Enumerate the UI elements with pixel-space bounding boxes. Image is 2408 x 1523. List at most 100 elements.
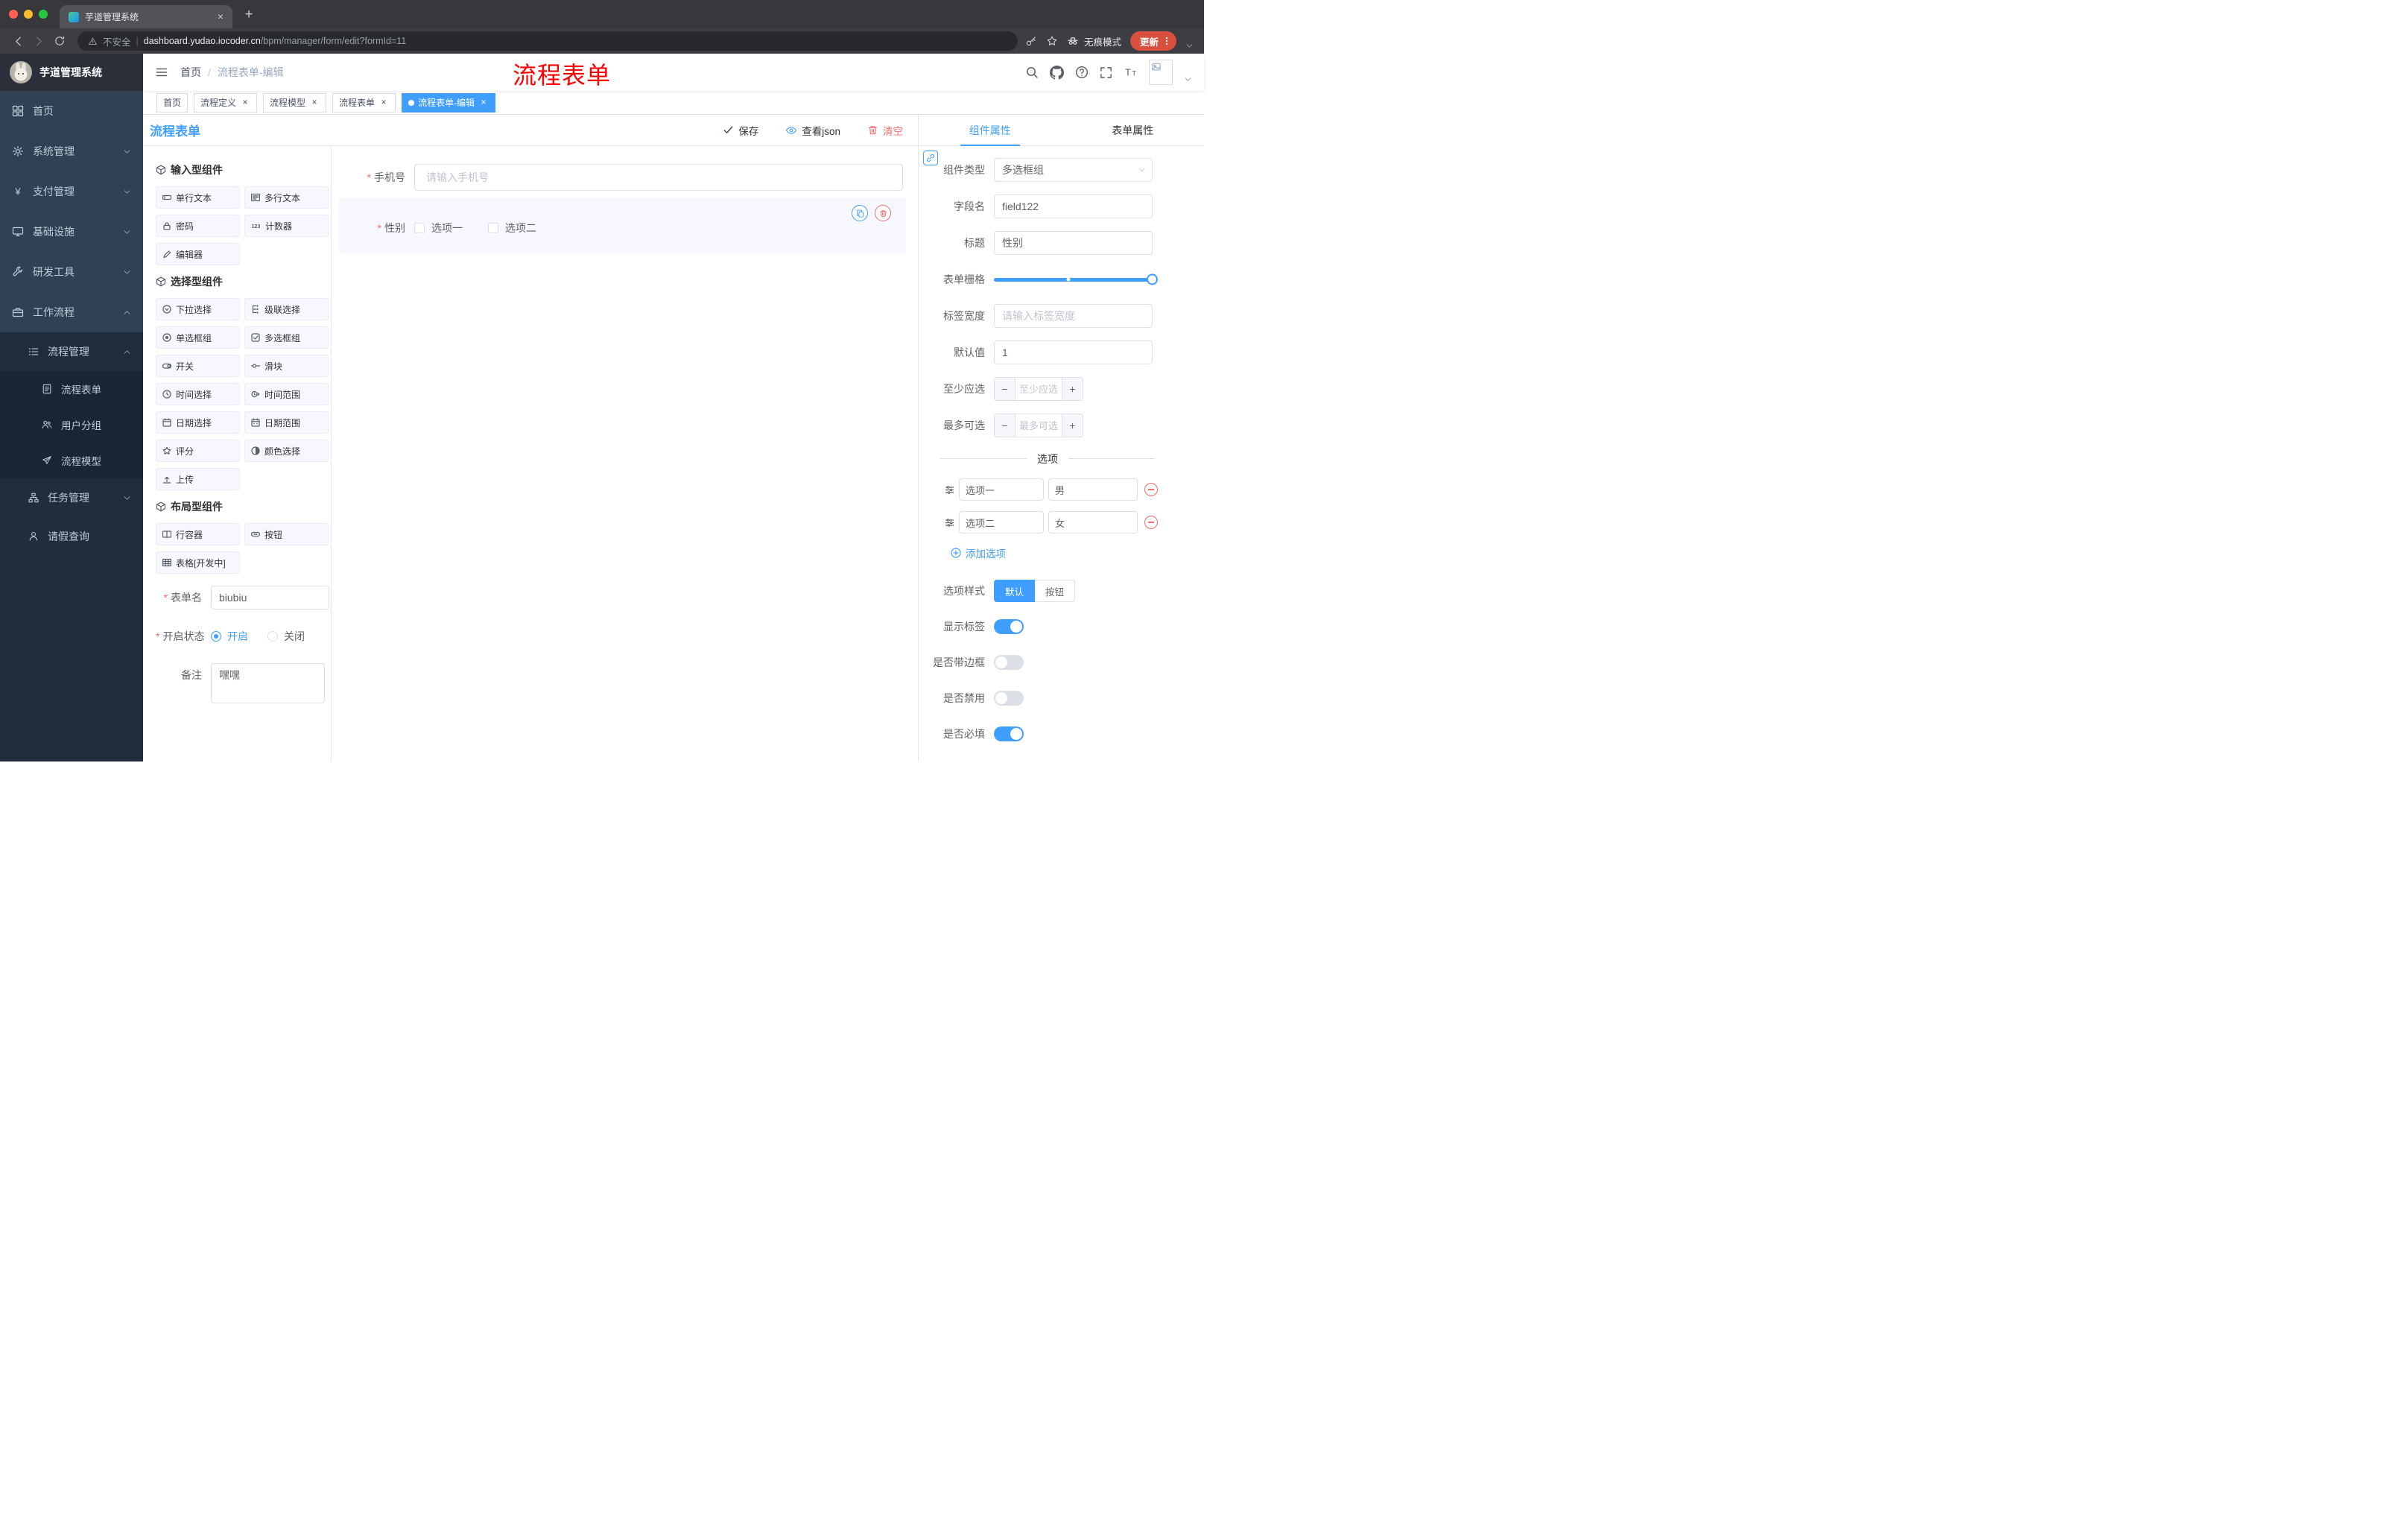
- component-table[interactable]: 表格[开发中]: [156, 551, 240, 574]
- component-radio-group[interactable]: 单选框组: [156, 326, 240, 349]
- help-icon[interactable]: [1075, 66, 1089, 79]
- gender-option1-checkbox[interactable]: 选项一: [414, 221, 463, 235]
- user-avatar[interactable]: [1149, 60, 1173, 85]
- status-off-radio[interactable]: 关闭: [267, 624, 305, 648]
- component-single-line-text[interactable]: 单行文本: [156, 186, 240, 209]
- increase-button[interactable]: +: [1062, 378, 1083, 400]
- component-upload[interactable]: 上传: [156, 468, 240, 490]
- save-button[interactable]: 保存: [723, 123, 758, 138]
- back-button[interactable]: [7, 31, 28, 51]
- fullscreen-icon[interactable]: [1100, 66, 1112, 79]
- window-zoom-button[interactable]: [39, 10, 48, 19]
- tag-process-definition[interactable]: 流程定义 ×: [194, 92, 258, 113]
- slider-handle[interactable]: [1147, 273, 1158, 285]
- tag-process-form-edit[interactable]: 流程表单-编辑 ×: [402, 92, 496, 113]
- clear-button[interactable]: 清空: [867, 123, 903, 138]
- border-toggle[interactable]: [994, 655, 1024, 670]
- tab-form-props[interactable]: 表单属性: [1062, 115, 1205, 145]
- update-button[interactable]: 更新: [1129, 31, 1176, 51]
- sidebar-item-leave-query[interactable]: 请假查询: [0, 517, 143, 556]
- sidebar-toggle-button[interactable]: [143, 66, 180, 79]
- component-slider[interactable]: 滑块: [244, 355, 329, 377]
- component-row-container[interactable]: 行容器: [156, 523, 240, 545]
- status-on-radio[interactable]: 开启: [211, 624, 248, 648]
- canvas-field-gender[interactable]: 性别 选项一 选项二: [339, 198, 906, 253]
- decrease-button[interactable]: −: [995, 414, 1016, 437]
- github-icon[interactable]: [1050, 65, 1064, 80]
- tag-home[interactable]: 首页: [156, 92, 188, 113]
- reload-button[interactable]: [49, 31, 70, 51]
- sidebar-item-workflow[interactable]: 工作流程: [0, 292, 143, 332]
- breadcrumb-home[interactable]: 首页: [180, 65, 201, 80]
- sidebar-item-process-form[interactable]: 流程表单: [0, 371, 143, 407]
- bookmark-star-icon[interactable]: [1046, 35, 1058, 47]
- tag-process-form[interactable]: 流程表单 ×: [332, 92, 396, 113]
- style-default-button[interactable]: 默认: [994, 580, 1036, 602]
- view-json-button[interactable]: 查看json: [785, 123, 840, 138]
- new-tab-button[interactable]: +: [238, 5, 259, 26]
- component-multi-line-text[interactable]: 多行文本: [244, 186, 329, 209]
- component-select[interactable]: 下拉选择: [156, 298, 240, 320]
- component-date-range[interactable]: 日期范围: [244, 411, 329, 434]
- sidebar-item-system[interactable]: 系统管理: [0, 131, 143, 171]
- search-icon[interactable]: [1025, 66, 1039, 79]
- style-button-button[interactable]: 按钮: [1035, 580, 1076, 602]
- sidebar-item-task-management[interactable]: 任务管理: [0, 478, 143, 517]
- sidebar-item-process-model[interactable]: 流程模型: [0, 443, 143, 478]
- drag-handle-icon[interactable]: [945, 485, 954, 495]
- sidebar-item-home[interactable]: 首页: [0, 91, 143, 131]
- phone-input[interactable]: [414, 164, 903, 191]
- component-checkbox-group[interactable]: 多选框组: [244, 326, 329, 349]
- min-select-input[interactable]: [1016, 378, 1062, 400]
- grid-slider[interactable]: [994, 267, 1158, 291]
- sidebar-item-devtools[interactable]: 研发工具: [0, 252, 143, 292]
- option-label-input[interactable]: [959, 511, 1044, 533]
- window-close-button[interactable]: [9, 10, 18, 19]
- avatar-caret-down-icon[interactable]: [1184, 75, 1192, 83]
- option-value-input[interactable]: [1048, 478, 1138, 501]
- show-label-toggle[interactable]: [994, 619, 1024, 634]
- field-name-input[interactable]: [994, 194, 1153, 218]
- drag-handle-icon[interactable]: [945, 518, 954, 528]
- password-key-icon[interactable]: [1025, 35, 1037, 47]
- tab-close-icon[interactable]: ×: [215, 10, 226, 23]
- component-time-picker[interactable]: 时间选择: [156, 383, 240, 405]
- kebab-menu-icon[interactable]: [1162, 36, 1172, 46]
- component-switch[interactable]: 开关: [156, 355, 240, 377]
- copy-field-button[interactable]: [852, 205, 868, 221]
- component-cascader[interactable]: 级联选择: [244, 298, 329, 320]
- sidebar-item-process-management[interactable]: 流程管理: [0, 332, 143, 371]
- component-time-range[interactable]: 时间范围: [244, 383, 329, 405]
- disabled-toggle[interactable]: [994, 691, 1024, 706]
- font-size-icon[interactable]: TT: [1124, 66, 1138, 79]
- tag-process-model[interactable]: 流程模型 ×: [263, 92, 327, 113]
- tag-close-icon[interactable]: ×: [478, 97, 489, 108]
- address-bar[interactable]: 不安全 | dashboard.yudao.iocoder.cn/bpm/man…: [77, 31, 1018, 51]
- tag-close-icon[interactable]: ×: [240, 97, 250, 108]
- delete-field-button[interactable]: [875, 205, 891, 221]
- canvas-field-phone[interactable]: 手机号: [339, 162, 906, 192]
- tag-close-icon[interactable]: ×: [378, 97, 389, 108]
- component-counter[interactable]: 123 计数器: [244, 215, 329, 237]
- tag-close-icon[interactable]: ×: [309, 97, 320, 108]
- form-name-input[interactable]: [211, 586, 329, 609]
- component-button[interactable]: 按钮: [244, 523, 329, 545]
- option-value-input[interactable]: [1048, 511, 1138, 533]
- component-type-select[interactable]: [994, 158, 1153, 182]
- anchor-link-icon[interactable]: [923, 151, 938, 165]
- component-color-picker[interactable]: 颜色选择: [244, 440, 329, 462]
- component-password[interactable]: 密码: [156, 215, 240, 237]
- sidebar-item-user-group[interactable]: 用户分组: [0, 407, 143, 443]
- sidebar-logo[interactable]: 芋道管理系统: [0, 54, 143, 91]
- increase-button[interactable]: +: [1062, 414, 1083, 437]
- tab-component-props[interactable]: 组件属性: [919, 115, 1062, 146]
- decrease-button[interactable]: −: [995, 378, 1016, 400]
- sidebar-item-payment[interactable]: ¥ 支付管理: [0, 171, 143, 212]
- form-remark-textarea[interactable]: 嘿嘿: [211, 663, 325, 703]
- component-rate[interactable]: 评分: [156, 440, 240, 462]
- remove-option-button[interactable]: [1144, 483, 1158, 496]
- component-date-picker[interactable]: 日期选择: [156, 411, 240, 434]
- label-width-input[interactable]: [994, 304, 1153, 328]
- gender-option2-checkbox[interactable]: 选项二: [487, 221, 536, 235]
- remove-option-button[interactable]: [1144, 516, 1158, 529]
